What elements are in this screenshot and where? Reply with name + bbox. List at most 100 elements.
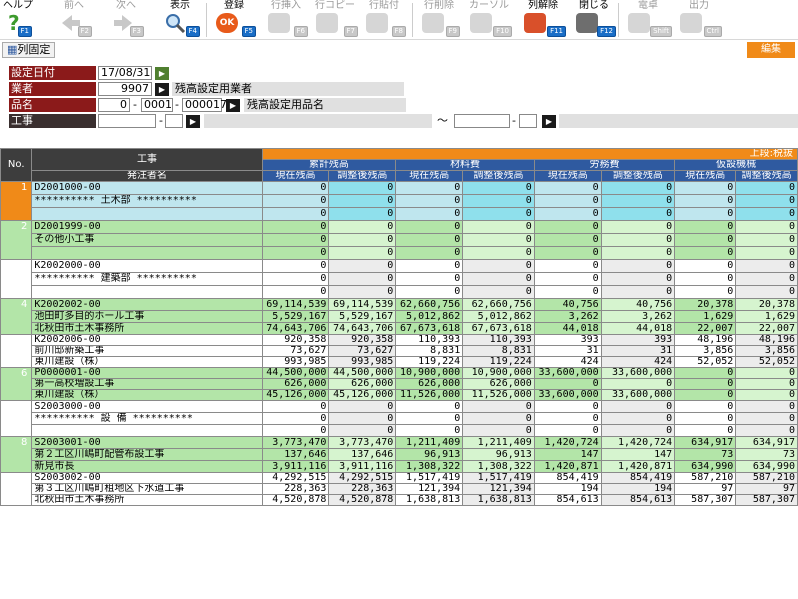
- adjusted-balance-cell[interactable]: 0: [328, 181, 397, 195]
- row-number[interactable]: 1: [0, 181, 33, 221]
- work-to-search-button[interactable]: ▶: [542, 115, 556, 128]
- row-delete-button[interactable]: 行削除 F9: [418, 0, 460, 40]
- adjusted-balance-cell[interactable]: 10,900,000: [462, 367, 535, 379]
- table-row[interactable]: 00000000: [1, 424, 798, 437]
- adjusted-balance-cell[interactable]: 3,773,470: [328, 436, 397, 449]
- work-code-cell[interactable]: P0000001-00: [31, 367, 263, 379]
- next-button[interactable]: 次へ F3: [108, 0, 144, 40]
- client-name-cell[interactable]: 東川建設（株）: [31, 356, 263, 368]
- adjusted-balance-cell[interactable]: 0: [600, 259, 676, 273]
- client-name-cell[interactable]: [31, 285, 263, 299]
- table-row[interactable]: 5 K2002006-00 920,358 920,358 110,393 110,393…: [0, 334, 798, 368]
- adjusted-balance-cell[interactable]: 44,500,000: [328, 367, 397, 379]
- work-code-cell[interactable]: D2001000-00: [31, 181, 263, 195]
- adjusted-balance-cell[interactable]: 4,520,878: [328, 494, 397, 506]
- cursor-button[interactable]: カーソル F10: [466, 0, 512, 40]
- table-row[interactable]: 前川邸新築工事 73,627 73,627 8,831 8,831 31 31 3,856 3,…: [1, 345, 798, 357]
- work-from-search-button[interactable]: ▶: [186, 115, 200, 128]
- adjusted-balance-cell[interactable]: 634,990: [735, 460, 798, 473]
- adjusted-balance-cell[interactable]: 0: [328, 412, 397, 425]
- output-button[interactable]: 出力 Ctrl: [676, 0, 722, 40]
- work-name-cell[interactable]: 池田町多目的ホール工事: [31, 310, 263, 323]
- work-name-cell[interactable]: ********** 設 備 **********: [31, 412, 263, 425]
- adjusted-balance-cell[interactable]: 1,420,724: [600, 436, 676, 449]
- date-picker-button[interactable]: ▶: [155, 67, 169, 80]
- prev-button[interactable]: 前へ F2: [56, 0, 92, 40]
- adjusted-balance-cell[interactable]: 0: [600, 412, 676, 425]
- adjusted-balance-cell[interactable]: 1,629: [735, 310, 798, 323]
- adjusted-balance-cell[interactable]: 3,262: [600, 310, 676, 323]
- adjusted-balance-cell[interactable]: 96,913: [462, 448, 535, 461]
- adjusted-balance-cell[interactable]: 0: [600, 194, 676, 208]
- adjusted-balance-cell[interactable]: 0: [462, 220, 535, 234]
- adjusted-balance-cell[interactable]: 0: [462, 181, 535, 195]
- table-row[interactable]: 8 S2003001-00 3,773,470 3,773,470 1,211,409 1…: [0, 436, 798, 473]
- adjusted-balance-cell[interactable]: 119,224: [462, 356, 535, 368]
- table-row[interactable]: 第一高校増設工事 626,000 626,000 626,000 626,000 0 0 0 0: [1, 378, 798, 390]
- adjusted-balance-cell[interactable]: 0: [462, 233, 535, 247]
- adjusted-balance-cell[interactable]: 0: [735, 233, 798, 247]
- adjusted-balance-cell[interactable]: 137,646: [328, 448, 397, 461]
- adjusted-balance-cell[interactable]: 1,517,419: [462, 472, 535, 484]
- adjusted-balance-cell[interactable]: 31: [600, 345, 676, 357]
- fix-column-button[interactable]: ▦列固定: [2, 42, 56, 58]
- table-row[interactable]: 00000000: [1, 246, 798, 260]
- row-number[interactable]: 8: [0, 436, 33, 473]
- item-code2-field[interactable]: 0001: [141, 98, 173, 112]
- work-code-cell[interactable]: D2001999-00: [31, 220, 263, 234]
- row-number[interactable]: 5: [0, 334, 33, 368]
- adjusted-balance-cell[interactable]: 121,394: [462, 483, 535, 495]
- adjusted-balance-cell[interactable]: 97: [735, 483, 798, 495]
- client-name-cell[interactable]: 北秋田市土木事務所: [31, 322, 263, 335]
- client-name-cell[interactable]: [31, 424, 263, 437]
- table-row[interactable]: 東川建設（株） 45,126,000 45,126,000 11,526,000 11,…: [1, 389, 798, 401]
- adjusted-balance-cell[interactable]: 52,052: [735, 356, 798, 368]
- client-name-cell[interactable]: [31, 207, 263, 221]
- table-row[interactable]: 東川建設（株） 993,985 993,985 119,224 119,224 424 42…: [1, 356, 798, 368]
- work-from-code2-field[interactable]: [165, 114, 183, 128]
- adjusted-balance-cell[interactable]: 587,307: [735, 494, 798, 506]
- vendor-search-button[interactable]: ▶: [155, 83, 169, 96]
- adjusted-balance-cell[interactable]: 67,673,618: [462, 322, 535, 335]
- adjusted-balance-cell[interactable]: 0: [328, 400, 397, 413]
- adjusted-balance-cell[interactable]: 73: [735, 448, 798, 461]
- adjusted-balance-cell[interactable]: 634,917: [735, 436, 798, 449]
- adjusted-balance-cell[interactable]: 3,856: [735, 345, 798, 357]
- adjusted-balance-cell[interactable]: 3,911,116: [328, 460, 397, 473]
- adjusted-balance-cell[interactable]: 0: [735, 285, 798, 299]
- date-field[interactable]: 17/08/31: [98, 66, 152, 80]
- column-unfix-button[interactable]: 列解除 F11: [520, 0, 566, 40]
- table-row[interactable]: ********** 設 備 ********** 0 0 0 0 0 0 0 0: [1, 412, 798, 425]
- table-row[interactable]: 第２工区川嶋町配管布設工事 137,646 137,646 96,913 96,913 1…: [1, 448, 798, 461]
- adjusted-balance-cell[interactable]: 0: [735, 378, 798, 390]
- adjusted-balance-cell[interactable]: 69,114,539: [328, 298, 397, 311]
- work-code-cell[interactable]: S2003001-00: [31, 436, 263, 449]
- adjusted-balance-cell[interactable]: 5,529,167: [328, 310, 397, 323]
- adjusted-balance-cell[interactable]: 0: [462, 246, 535, 260]
- adjusted-balance-cell[interactable]: 0: [462, 194, 535, 208]
- client-name-cell[interactable]: 新見市長: [31, 460, 263, 473]
- adjusted-balance-cell[interactable]: 62,660,756: [462, 298, 535, 311]
- adjusted-balance-cell[interactable]: 20,378: [735, 298, 798, 311]
- adjusted-balance-cell[interactable]: 0: [735, 400, 798, 413]
- item-search-button[interactable]: ▶: [226, 99, 240, 112]
- work-name-cell[interactable]: ********** 土木部 **********: [31, 194, 263, 208]
- adjusted-balance-cell[interactable]: 228,363: [328, 483, 397, 495]
- table-row[interactable]: 00000000: [1, 285, 798, 299]
- row-number[interactable]: 2: [0, 220, 33, 260]
- work-code-cell[interactable]: S2003002-00: [31, 472, 263, 484]
- item-code1-field[interactable]: 0: [98, 98, 130, 112]
- adjusted-balance-cell[interactable]: 0: [328, 233, 397, 247]
- adjusted-balance-cell[interactable]: 1,638,813: [462, 494, 535, 506]
- adjusted-balance-cell[interactable]: 33,600,000: [600, 389, 676, 401]
- adjusted-balance-cell[interactable]: 5,012,862: [462, 310, 535, 323]
- client-name-cell[interactable]: 北秋田市土木事務所: [31, 494, 263, 506]
- table-row[interactable]: 7 S2003000-00 0 0 0 0 0 0 0 0: [0, 400, 798, 437]
- adjusted-balance-cell[interactable]: 45,126,000: [328, 389, 397, 401]
- adjusted-balance-cell[interactable]: 0: [735, 220, 798, 234]
- adjusted-balance-cell[interactable]: 22,007: [735, 322, 798, 335]
- work-code-cell[interactable]: K2002000-00: [31, 259, 263, 273]
- register-button[interactable]: 登録 OK F5: [212, 0, 256, 40]
- close-button[interactable]: 閉じる F12: [572, 0, 616, 40]
- row-copy-button[interactable]: 行コピー F7: [312, 0, 358, 40]
